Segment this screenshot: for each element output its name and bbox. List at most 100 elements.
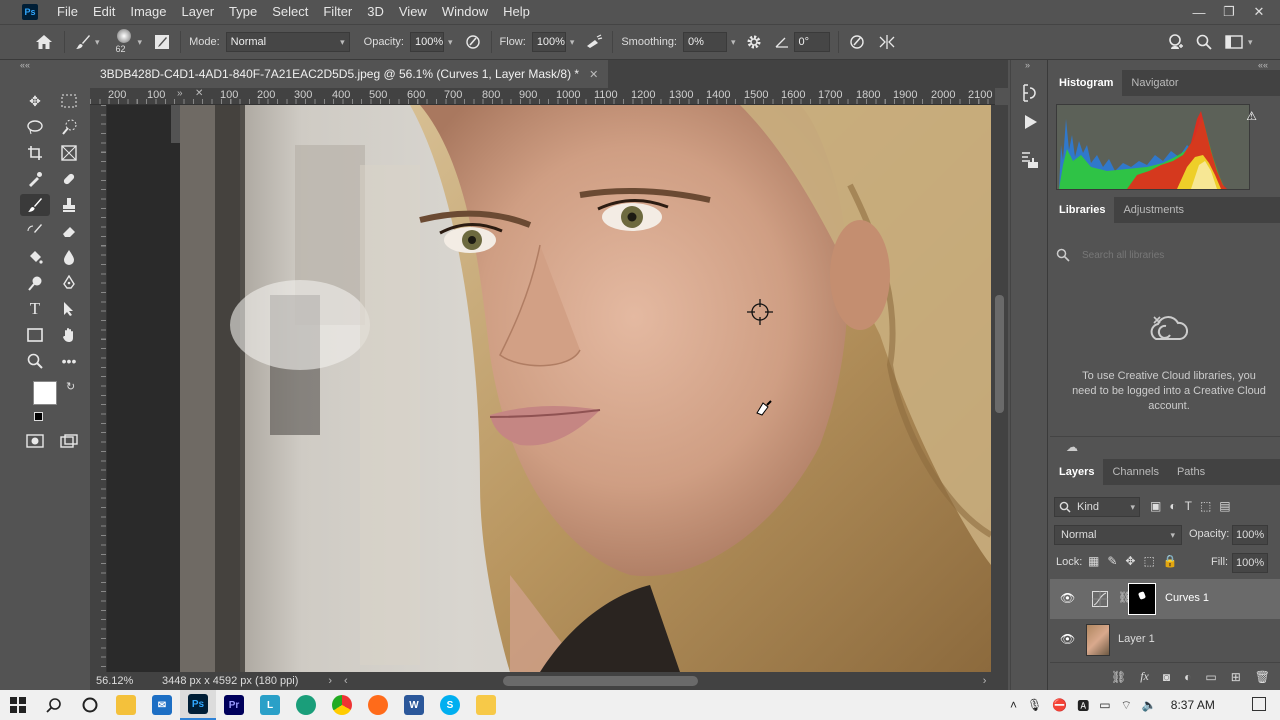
tab-layers[interactable]: Layers — [1050, 459, 1104, 485]
tray-app-icon[interactable]: ⛔ — [1052, 698, 1067, 712]
smart-object-filter-icon[interactable]: ▤ — [1219, 499, 1230, 513]
new-adjustment-icon[interactable]: ◐ — [1184, 670, 1191, 684]
more-tools-icon[interactable]: ••• — [54, 350, 84, 372]
microphone-icon[interactable]: 🎙 — [1027, 698, 1042, 712]
lock-all-icon[interactable]: 🔒 — [1163, 554, 1178, 568]
vertical-scrollbar[interactable] — [991, 105, 1008, 672]
blur-tool-icon[interactable] — [54, 246, 84, 268]
pen-tool-icon[interactable] — [54, 272, 84, 294]
eye-icon[interactable]: 👁 — [1060, 632, 1075, 646]
vertical-ruler[interactable] — [90, 105, 107, 672]
tab-navigator[interactable]: Navigator — [1122, 70, 1187, 96]
sticky-notes-icon[interactable] — [468, 690, 504, 720]
menu-layer[interactable]: Layer — [175, 0, 223, 24]
clone-stamp-tool-icon[interactable] — [54, 194, 84, 216]
flow-input[interactable]: 100% — [531, 32, 566, 52]
history-brush-tool-icon[interactable] — [20, 220, 50, 242]
mail-icon[interactable]: ✉ — [144, 690, 180, 720]
firefox-icon[interactable] — [360, 690, 396, 720]
chevron-up-icon[interactable]: ˄ — [1010, 698, 1017, 712]
path-selection-tool-icon[interactable] — [54, 298, 84, 320]
lock-transparency-icon[interactable]: ▦ — [1088, 554, 1099, 568]
new-group-icon[interactable]: ▭ — [1205, 670, 1216, 684]
horizontal-scrollbar-thumb[interactable] — [502, 676, 698, 686]
tab-adjustments[interactable]: Adjustments — [1114, 197, 1193, 223]
chrome-icon[interactable] — [324, 690, 360, 720]
layer-row[interactable]: 👁 ⛓ Curves 1 — [1050, 579, 1280, 619]
mode-select[interactable]: Normal ▾ — [225, 32, 350, 52]
foreground-color-swatch[interactable] — [33, 381, 57, 405]
home-icon[interactable] — [32, 32, 56, 52]
document-tab[interactable]: 3BDB428D-C4D1-4AD1-840F-7A21EAC2D5D5.jpe… — [90, 60, 609, 88]
tab-paths[interactable]: Paths — [1168, 459, 1214, 485]
file-explorer-icon[interactable] — [108, 690, 144, 720]
screen-mode-icon[interactable] — [54, 430, 84, 452]
frame-tool-icon[interactable] — [54, 142, 84, 164]
eyedropper-tool-icon[interactable] — [20, 168, 50, 190]
layer-blend-mode-select[interactable]: Normal ▾ — [1054, 525, 1182, 545]
lock-position-icon[interactable]: ✥ — [1125, 554, 1135, 568]
menu-select[interactable]: Select — [265, 0, 316, 24]
smoothing-input[interactable]: 0% — [683, 32, 727, 52]
minimize-button[interactable]: — — [1192, 5, 1206, 20]
lasso-tool-icon[interactable] — [20, 116, 50, 138]
layer-name[interactable]: Layer 1 — [1118, 633, 1155, 645]
collapse-toolbar-icon[interactable]: «« — [0, 60, 90, 70]
brush-settings-icon[interactable] — [152, 32, 172, 52]
menu-filter[interactable]: Filter — [316, 0, 360, 24]
rectangle-tool-icon[interactable] — [20, 324, 50, 346]
brush-tool-icon[interactable] — [20, 194, 50, 216]
lock-artboard-icon[interactable]: ⬚ — [1143, 554, 1154, 568]
quick-mask-icon[interactable] — [20, 430, 50, 452]
paint-bucket-tool-icon[interactable] — [20, 246, 50, 268]
history-panel-icon[interactable] — [1020, 82, 1040, 104]
eraser-tool-icon[interactable] — [54, 220, 84, 242]
pressure-opacity-icon[interactable] — [463, 32, 483, 52]
properties-panel-icon[interactable] — [1020, 150, 1040, 170]
user-share-icon[interactable] — [1166, 32, 1186, 52]
scroll-right-icon[interactable]: › — [983, 675, 987, 687]
library-search-input[interactable]: Search all libraries — [1082, 250, 1164, 261]
workspace-icon[interactable] — [1224, 32, 1244, 52]
image-filter-icon[interactable]: ▣ — [1150, 499, 1161, 513]
crop-tool-icon[interactable] — [20, 142, 50, 164]
premiere-taskbar-icon[interactable]: Pr — [216, 690, 252, 720]
canvas-area[interactable] — [107, 105, 991, 672]
chevron-down-icon[interactable]: ▾ — [95, 37, 100, 48]
chevron-down-icon[interactable]: ▾ — [731, 37, 736, 48]
adjustment-filter-icon[interactable]: ◐ — [1169, 499, 1176, 513]
cloud-sync-icon[interactable]: ☁ — [1066, 440, 1078, 454]
menu-edit[interactable]: Edit — [86, 0, 123, 24]
layer-mask-thumbnail[interactable] — [1128, 583, 1156, 615]
menu-type[interactable]: Type — [222, 0, 265, 24]
chevron-down-icon[interactable]: ▾ — [570, 37, 575, 48]
delete-layer-icon[interactable]: 🗑 — [1255, 670, 1270, 684]
photoshop-taskbar-icon[interactable]: Ps — [180, 690, 216, 720]
skype-icon[interactable]: S — [432, 690, 468, 720]
type-tool-icon[interactable]: T — [20, 298, 50, 320]
marquee-tool-icon[interactable] — [54, 90, 84, 112]
battery-icon[interactable]: ▭ — [1099, 698, 1110, 712]
l-app-taskbar-icon[interactable]: L — [252, 690, 288, 720]
default-colors-icon[interactable] — [34, 412, 43, 421]
fill-input[interactable]: 100% — [1232, 553, 1268, 573]
menu-image[interactable]: Image — [123, 0, 174, 24]
scroll-left-icon[interactable]: ‹ — [344, 675, 348, 687]
layer-opacity-input[interactable]: 100% — [1232, 525, 1268, 545]
menu-window[interactable]: Window — [435, 0, 496, 24]
add-mask-icon[interactable]: ◙ — [1163, 670, 1170, 684]
tray-app-icon[interactable]: 🅰 — [1077, 697, 1089, 714]
brush-tool-icon[interactable] — [73, 32, 93, 52]
tab-libraries[interactable]: Libraries — [1050, 197, 1115, 223]
layer-name[interactable]: Curves 1 — [1165, 592, 1209, 604]
search-icon[interactable] — [36, 690, 72, 720]
shape-filter-icon[interactable]: ⬚ — [1200, 499, 1211, 513]
hand-tool-icon[interactable] — [54, 324, 84, 346]
close-document-icon[interactable]: ✕ — [589, 68, 598, 81]
zoom-level[interactable]: 56.12% — [96, 675, 152, 687]
menu-view[interactable]: View — [392, 0, 435, 24]
tab-histogram[interactable]: Histogram — [1050, 70, 1123, 96]
search-icon[interactable] — [1194, 32, 1214, 52]
network-icon[interactable]: ⌔ — [1121, 698, 1132, 713]
gear-icon[interactable] — [744, 32, 764, 52]
